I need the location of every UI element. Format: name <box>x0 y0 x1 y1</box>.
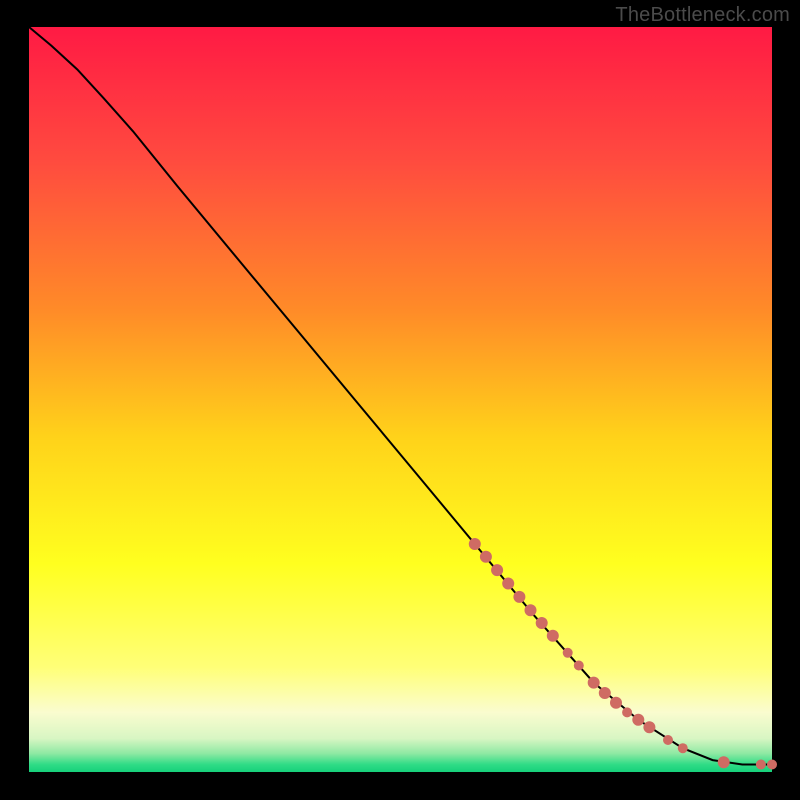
data-point <box>525 604 537 616</box>
data-point <box>756 760 766 770</box>
data-point <box>622 707 632 717</box>
data-point <box>632 714 644 726</box>
plot-background <box>29 27 772 772</box>
data-point <box>767 760 777 770</box>
data-point <box>536 617 548 629</box>
data-point <box>610 697 622 709</box>
data-point <box>718 756 730 768</box>
data-point <box>491 564 503 576</box>
data-point <box>588 677 600 689</box>
data-point <box>599 687 611 699</box>
data-point <box>663 735 673 745</box>
data-point <box>643 721 655 733</box>
chart-svg <box>0 0 800 800</box>
data-point <box>480 551 492 563</box>
data-point <box>678 743 688 753</box>
chart-stage: TheBottleneck.com <box>0 0 800 800</box>
data-point <box>563 648 573 658</box>
data-point <box>502 578 514 590</box>
data-point <box>469 538 481 550</box>
data-point <box>574 661 584 671</box>
data-point <box>513 591 525 603</box>
data-point <box>547 630 559 642</box>
